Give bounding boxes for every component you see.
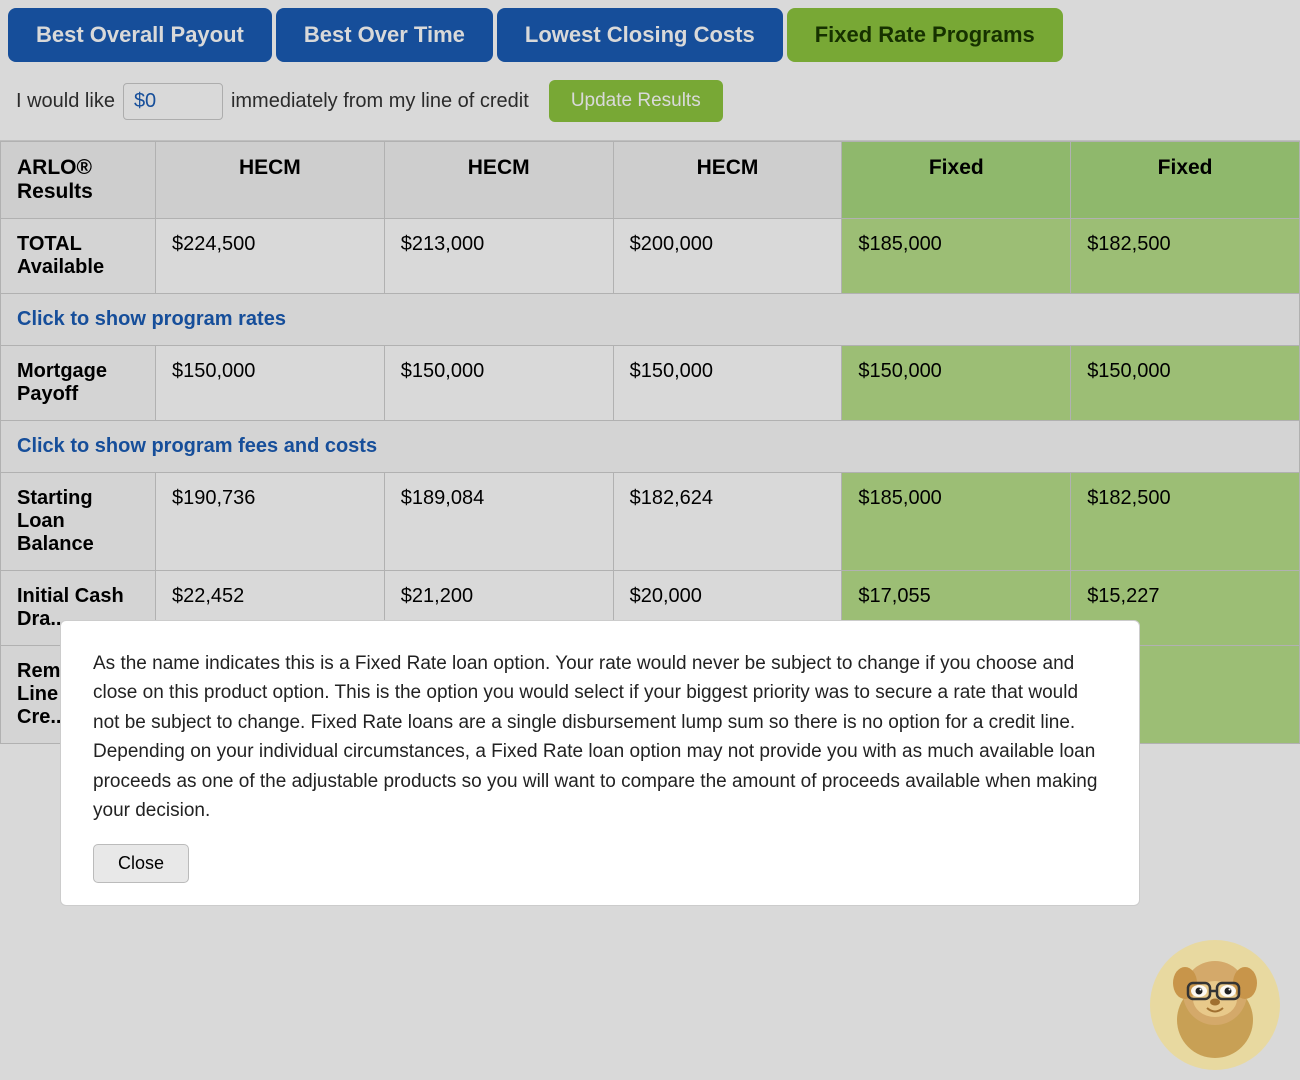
fixed-rate-popup: As the name indicates this is a Fixed Ra… [60, 620, 1140, 906]
popup-close-button[interactable]: Close [93, 844, 189, 883]
mascot-widget[interactable] [1150, 940, 1280, 1070]
mascot-avatar [1150, 940, 1280, 1070]
overlay-backdrop [0, 0, 1300, 1080]
popup-text: As the name indicates this is a Fixed Ra… [93, 649, 1107, 826]
